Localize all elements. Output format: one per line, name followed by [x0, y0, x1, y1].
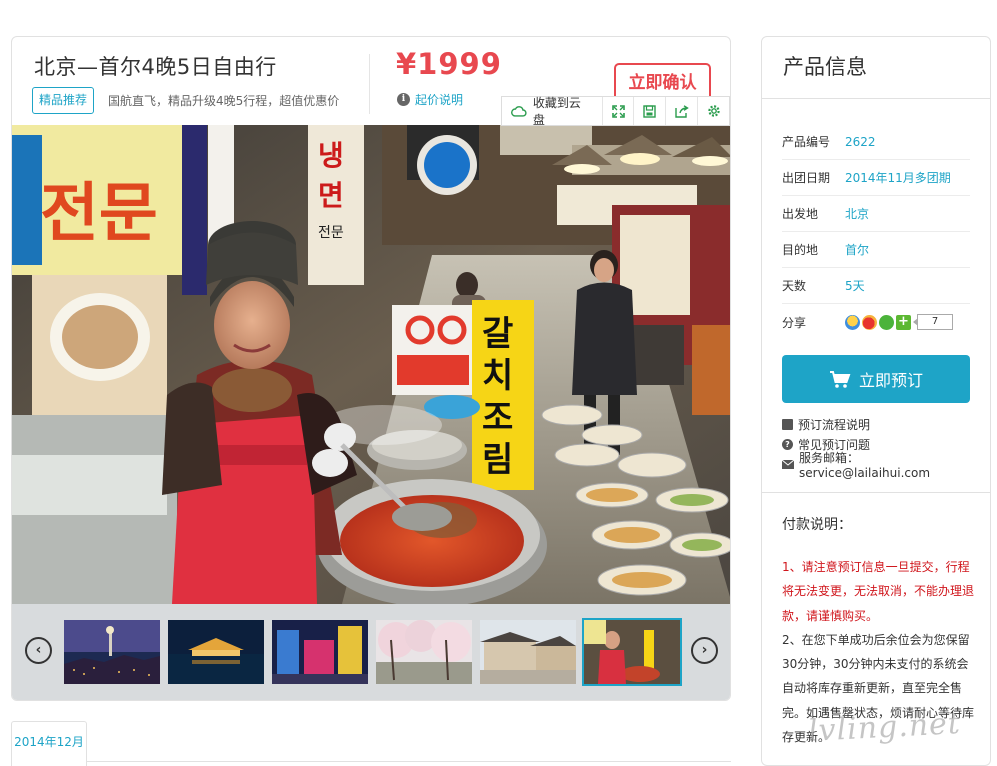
weibo-icon[interactable] [862, 314, 877, 330]
mail-icon [782, 459, 794, 469]
panel-heading: 产品信息 [762, 37, 990, 99]
product-price: ¥1999 [396, 47, 502, 81]
info-value[interactable]: 2622 [845, 135, 876, 149]
date-tab-dec-2014[interactable]: 2014年12月 [11, 721, 87, 766]
svg-text:전문: 전문 [40, 177, 158, 251]
book-now-button[interactable]: 立即预订 [782, 355, 970, 403]
info-icon: i [397, 93, 410, 106]
thumbnail-5[interactable] [480, 620, 576, 684]
product-info-panel: 产品信息 产品编号 2622 出团日期 2014年11月多团期 出发地 北京 目… [761, 36, 991, 766]
svg-text:조: 조 [482, 398, 513, 438]
share-count: 7 [913, 314, 953, 330]
question-icon: ? [782, 438, 793, 450]
gear-icon [707, 105, 720, 117]
svg-text:치: 치 [482, 356, 513, 396]
product-subtitle: 国航直飞，精品升级4晚5行程，超值优惠价 [108, 94, 340, 108]
thumbnail-2[interactable] [168, 620, 264, 684]
help-links: 预订流程说明 ? 常见预订问题 服务邮箱：service@lailaihui.c… [782, 414, 990, 480]
payment-title: 付款说明： [782, 517, 852, 533]
svg-text:림: 림 [482, 440, 513, 480]
plus-icon[interactable]: + [896, 314, 911, 330]
process-link[interactable]: 预订流程说明 [782, 414, 990, 434]
thumbnail-6[interactable] [582, 618, 682, 686]
info-value[interactable]: 首尔 [845, 241, 869, 258]
payment-note-1: 1、请注意预订信息一旦提交，行程将无法变更，无法取消，不能办理退款，请谨慎购买。 [782, 560, 975, 623]
info-key: 出团日期 [782, 171, 831, 185]
process-link-label: 预订流程说明 [798, 417, 871, 432]
share-icons: + 7 [845, 314, 953, 330]
svg-text:냉: 냉 [318, 139, 344, 172]
wechat-icon[interactable] [879, 314, 894, 330]
page: 北京—首尔4晚5日自由行 精品推荐 国航直飞，精品升级4晚5行程，超值优惠价 ¥… [0, 0, 997, 766]
divider [762, 492, 990, 493]
prev-arrow-button[interactable]: ‹ [25, 637, 52, 664]
qzone-icon[interactable] [845, 314, 860, 330]
info-row-origin: 出发地 北京 [782, 196, 970, 232]
thumbnail-3[interactable] [272, 620, 368, 684]
info-row-destination: 目的地 首尔 [782, 232, 970, 268]
info-key: 出发地 [782, 207, 819, 221]
svg-text:갈: 갈 [482, 314, 513, 354]
main-photo: 전문 냉 면 전문 갈 치 조 림 [12, 125, 730, 604]
expand-icon [611, 104, 625, 118]
price-note-link[interactable]: i 起价说明 [397, 91, 463, 108]
info-key: 目的地 [782, 243, 819, 257]
divider [369, 54, 370, 114]
document-icon [782, 418, 793, 430]
email-info: 服务邮箱：service@lailaihui.com [782, 451, 990, 480]
thumbnail-bar: ‹ › [12, 604, 730, 700]
info-row-share: 分享 + 7 [782, 304, 970, 340]
share-button[interactable] [665, 97, 697, 125]
cloud-icon [511, 106, 527, 117]
info-rows: 产品编号 2622 出团日期 2014年11月多团期 出发地 北京 目的地 首尔… [782, 124, 970, 340]
save-cloud-label: 收藏到云盘 [532, 96, 581, 127]
cart-icon [829, 370, 851, 388]
info-value[interactable]: 2014年11月多团期 [845, 169, 951, 186]
email-label: 服务邮箱：service@lailaihui.com [799, 450, 931, 480]
settings-button[interactable] [697, 97, 729, 125]
price-note-label: 起价说明 [415, 93, 464, 107]
tab-divider [87, 761, 731, 762]
featured-badge: 精品推荐 [32, 87, 95, 114]
fullscreen-button[interactable] [601, 97, 634, 125]
info-row-product-id: 产品编号 2622 [782, 124, 970, 160]
image-toolbar: 收藏到云盘 [501, 96, 730, 127]
save-icon [643, 104, 657, 118]
next-arrow-button[interactable]: › [691, 637, 718, 664]
product-title: 北京—首尔4晚5日自由行 [34, 55, 277, 79]
info-key: 天数 [782, 279, 807, 293]
product-card: 北京—首尔4晚5日自由行 精品推荐 国航直飞，精品升级4晚5行程，超值优惠价 ¥… [11, 36, 731, 701]
share-label: 分享 [782, 315, 807, 330]
info-value[interactable]: 5天 [845, 277, 865, 294]
save-button[interactable] [633, 97, 665, 125]
save-cloud-button[interactable]: 收藏到云盘 [502, 96, 602, 127]
info-row-departure-date: 出团日期 2014年11月多团期 [782, 160, 970, 196]
thumbnail-1[interactable] [64, 620, 160, 684]
info-key: 产品编号 [782, 135, 831, 149]
svg-text:면: 면 [318, 179, 344, 212]
info-value[interactable]: 北京 [845, 205, 869, 222]
book-now-label: 立即预订 [858, 371, 923, 390]
svg-text:전문: 전문 [318, 225, 344, 241]
share-icon [675, 104, 689, 118]
info-row-days: 天数 5天 [782, 268, 970, 304]
thumbnail-4[interactable] [376, 620, 472, 684]
